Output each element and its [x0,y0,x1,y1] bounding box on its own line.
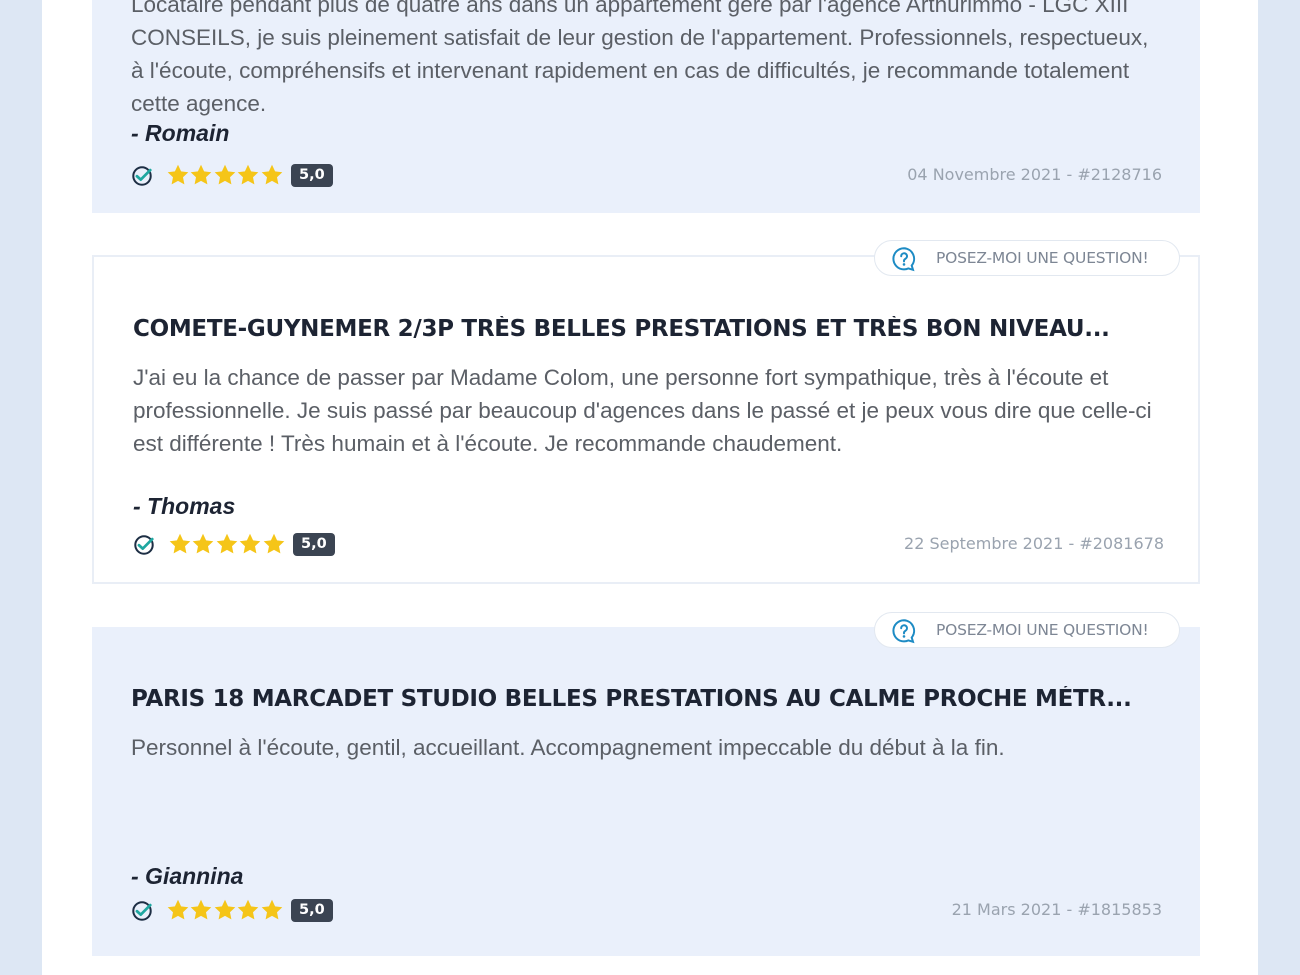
review-meta: 5,0 04 Novembre 2021 - #2128716 [131,163,1162,189]
reviews-page: Locataire pendant plus de quatre ans dan… [42,0,1258,975]
review-card: COMETE-GUYNEMER 2/3P TRÈS BELLES PRESTAT… [92,255,1200,584]
star-rating [168,532,285,558]
review-title: COMETE-GUYNEMER 2/3P TRÈS BELLES PRESTAT… [133,316,1110,342]
check-circle-icon [132,166,152,186]
rating-badge: 5,0 [291,899,333,922]
review-date: 22 Septembre 2021 - #2081678 [904,534,1164,553]
star-icon [261,899,282,920]
star-icon [191,899,212,920]
star-icon [263,533,284,554]
review-author: - Thomas [133,493,236,519]
review-meta: 5,0 21 Mars 2021 - #1815853 [131,898,1162,924]
review-title: PARIS 18 MARCADET STUDIO BELLES PRESTATI… [131,686,1132,712]
check-circle-icon [134,535,154,555]
star-rating [166,898,283,924]
star-icon [167,899,189,920]
review-meta: 5,0 22 Septembre 2021 - #2081678 [133,532,1164,558]
rating-badge: 5,0 [293,533,335,556]
question-bubble-icon [892,619,916,644]
star-icon [216,533,238,554]
review-date: 21 Mars 2021 - #1815853 [951,900,1162,919]
star-icon [237,164,259,185]
review-author: - Giannina [131,863,244,889]
review-text: Locataire pendant plus de quatre ans dan… [131,0,1149,116]
star-icon [191,164,212,185]
review-text: J'ai eu la chance de passer par Madame C… [133,365,1152,456]
review-text: Personnel à l'écoute, gentil, accueillan… [131,735,1005,760]
question-bubble-icon [892,247,916,272]
check-circle-icon [132,901,152,921]
star-icon [239,533,261,554]
review-date: 04 Novembre 2021 - #2128716 [907,165,1162,184]
star-icon [237,899,259,920]
star-icon [261,164,282,185]
star-icon [169,533,191,554]
star-icon [193,533,214,554]
review-card: PARIS 18 MARCADET STUDIO BELLES PRESTATI… [92,627,1200,956]
star-icon [214,899,236,920]
ask-question-button[interactable]: POSEZ-MOI UNE QUESTION! [874,240,1180,276]
star-icon [214,164,236,185]
star-rating [166,163,283,189]
review-author: - Romain [131,120,230,146]
rating-badge: 5,0 [291,164,333,187]
review-card: Locataire pendant plus de quatre ans dan… [92,0,1200,213]
ask-question-button[interactable]: POSEZ-MOI UNE QUESTION! [874,612,1180,648]
ask-question-label: POSEZ-MOI UNE QUESTION! [936,621,1149,639]
star-icon [167,164,189,185]
ask-question-label: POSEZ-MOI UNE QUESTION! [936,249,1149,267]
